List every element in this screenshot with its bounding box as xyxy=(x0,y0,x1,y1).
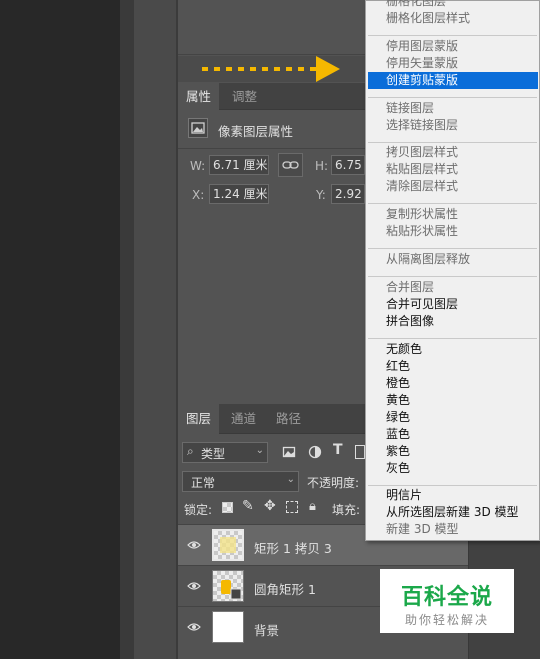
canvas-dark-area xyxy=(0,0,120,659)
lock-pixels-icon[interactable]: ✎ xyxy=(242,498,254,514)
pixel-filter-icon[interactable] xyxy=(282,445,296,459)
menu-item[interactable]: 红色 xyxy=(366,358,539,375)
link-icon xyxy=(282,161,299,169)
menu-item[interactable]: 栅格化图层样式 xyxy=(366,10,539,27)
x-field[interactable]: 1.24 厘米 xyxy=(209,184,269,204)
menu-item[interactable]: 粘贴形状属性 xyxy=(366,223,539,240)
panel-gutter xyxy=(134,0,178,659)
adjustment-filter-icon[interactable] xyxy=(308,445,322,459)
menu-separator xyxy=(368,141,537,143)
height-label: H: xyxy=(315,159,329,173)
menu-item[interactable]: 新建 3D 模型 xyxy=(366,521,539,538)
menu-separator xyxy=(368,203,537,205)
menu-separator xyxy=(368,276,537,277)
menu-separator xyxy=(368,248,537,250)
blend-mode-value: 正常 xyxy=(191,476,216,490)
y-field[interactable]: 2.92 厘 xyxy=(331,184,365,204)
lock-transparency-icon[interactable] xyxy=(222,502,233,513)
lock-artboard-icon[interactable] xyxy=(286,501,298,513)
fill-label: 填充: xyxy=(332,503,361,517)
canvas-edge xyxy=(120,0,134,659)
menu-item[interactable]: 明信片 xyxy=(366,487,539,504)
search-icon: ⌕ xyxy=(187,444,194,458)
layer-thumbnail xyxy=(212,529,244,561)
link-dimensions-button[interactable] xyxy=(278,153,303,177)
layer-thumbnail xyxy=(212,570,244,602)
menu-item[interactable]: 栅格化图层 xyxy=(366,0,539,10)
lock-label: 锁定: xyxy=(184,503,213,517)
shape-filter-icon[interactable] xyxy=(355,445,365,459)
tab-layers[interactable]: 图层 xyxy=(178,404,220,434)
chevron-down-icon: ⌄ xyxy=(255,445,264,456)
layer-name: 背景 xyxy=(254,623,280,638)
pixel-layer-icon xyxy=(188,118,208,138)
menu-item[interactable]: 黄色 xyxy=(366,392,539,409)
x-label: X: xyxy=(192,188,205,202)
eye-icon[interactable] xyxy=(187,538,201,552)
menu-item[interactable]: 绿色 xyxy=(366,409,539,426)
blend-mode-select[interactable]: 正常 ⌄ xyxy=(182,471,299,492)
menu-item[interactable]: 拷贝图层样式 xyxy=(366,144,539,161)
menu-item[interactable]: 灰色 xyxy=(366,460,539,477)
height-field[interactable]: 6.75 厘 xyxy=(331,155,365,175)
menu-item[interactable]: 从隔离图层释放 xyxy=(366,251,539,268)
menu-item[interactable]: 粘贴图层样式 xyxy=(366,161,539,178)
menu-item[interactable]: 合并图层 xyxy=(366,279,539,296)
watermark-title: 百科全说 xyxy=(400,585,493,610)
eye-icon[interactable] xyxy=(187,620,201,634)
menu-item[interactable]: 链接图层 xyxy=(366,100,539,117)
menu-item[interactable]: 拼合图像 xyxy=(366,313,539,330)
menu-separator xyxy=(368,35,537,36)
lock-position-icon[interactable]: ✥ xyxy=(264,498,276,514)
menu-item[interactable]: 蓝色 xyxy=(366,426,539,443)
tab-adjustments[interactable]: 调整 xyxy=(224,83,265,110)
menu-item[interactable]: 复制形状属性 xyxy=(366,206,539,223)
menu-item[interactable]: 从所选图层新建 3D 模型 xyxy=(366,504,539,521)
menu-item[interactable]: 停用图层蒙版 xyxy=(366,38,539,55)
menu-separator xyxy=(368,337,537,339)
menu-separator xyxy=(368,96,537,98)
type-filter-icon[interactable]: T xyxy=(333,442,343,458)
width-label: W: xyxy=(190,159,206,173)
layer-filter-select[interactable]: ⌕ 类型 ⌄ xyxy=(182,442,268,463)
eye-icon[interactable] xyxy=(187,579,201,593)
context-menu: 栅格化图层 栅格化图层样式 停用图层蒙版 停用矢量蒙版 创建剪贴蒙版 链接图层 选择链接图层… xyxy=(365,0,540,541)
filter-kind-value: 类型 xyxy=(201,447,226,461)
tab-paths[interactable]: 路径 xyxy=(268,404,309,434)
menu-item[interactable]: 清除图层样式 xyxy=(366,178,539,195)
width-field[interactable]: 6.71 厘米 xyxy=(209,155,269,175)
menu-item[interactable]: 合并可见图层 xyxy=(366,296,539,313)
dashed-arrow-icon xyxy=(202,56,340,82)
menu-item[interactable]: 无颜色 xyxy=(366,341,539,358)
watermark-logo: 百科全说 助你轻松解决 xyxy=(380,569,514,633)
layer-name: 圆角矩形 1 xyxy=(254,582,316,597)
layer-name: 矩形 1 拷贝 3 xyxy=(254,541,332,556)
opacity-label: 不透明度: xyxy=(307,476,360,490)
menu-item[interactable]: 橙色 xyxy=(366,375,539,392)
layer-thumbnail xyxy=(212,611,244,643)
menu-item[interactable]: 紫色 xyxy=(366,443,539,460)
menu-item[interactable]: 创建剪贴蒙版 xyxy=(368,71,538,89)
y-label: Y: xyxy=(316,188,326,202)
properties-header: 像素图层属性 xyxy=(218,124,294,139)
chevron-down-icon: ⌄ xyxy=(286,474,295,485)
tab-channels[interactable]: 通道 xyxy=(223,404,264,434)
tab-properties[interactable]: 属性 xyxy=(178,83,220,110)
lock-all-icon[interactable]: 🔒︎ xyxy=(309,499,316,514)
menu-separator xyxy=(368,484,537,486)
menu-item[interactable]: 停用矢量蒙版 xyxy=(366,55,539,72)
watermark-subtitle: 助你轻松解决 xyxy=(404,613,489,627)
menu-item[interactable]: 选择链接图层 xyxy=(366,117,539,134)
